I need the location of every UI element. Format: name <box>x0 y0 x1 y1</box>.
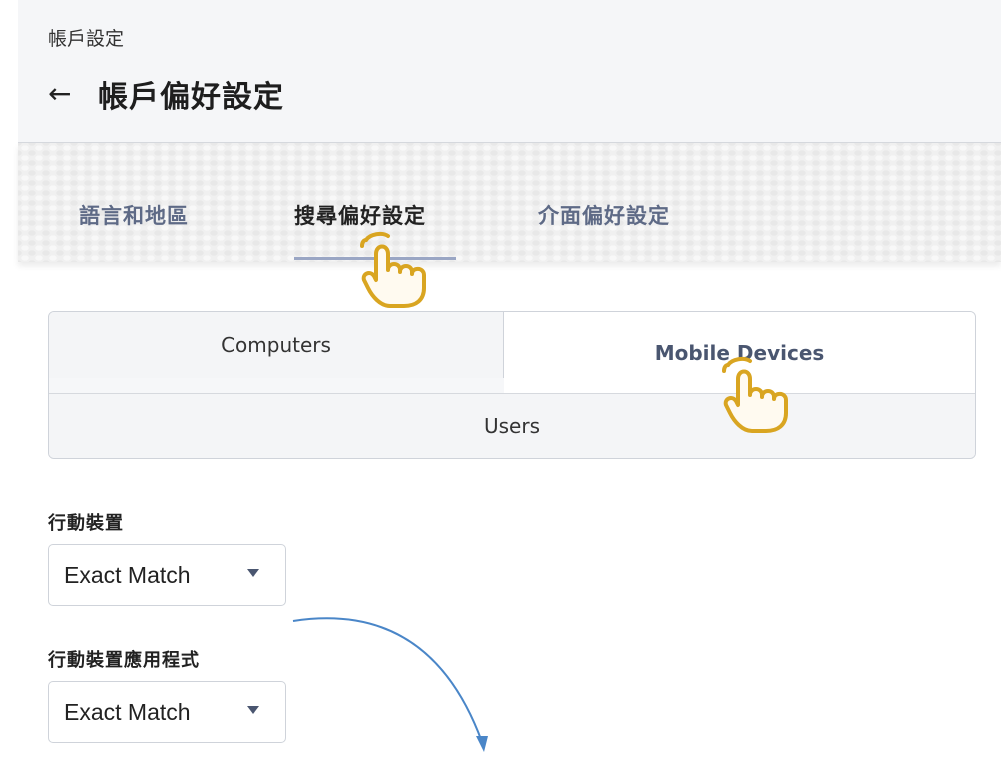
annotation-arrow <box>292 617 488 752</box>
hand-pointer-icon <box>722 356 788 433</box>
hand-pointer-icon <box>360 231 426 308</box>
